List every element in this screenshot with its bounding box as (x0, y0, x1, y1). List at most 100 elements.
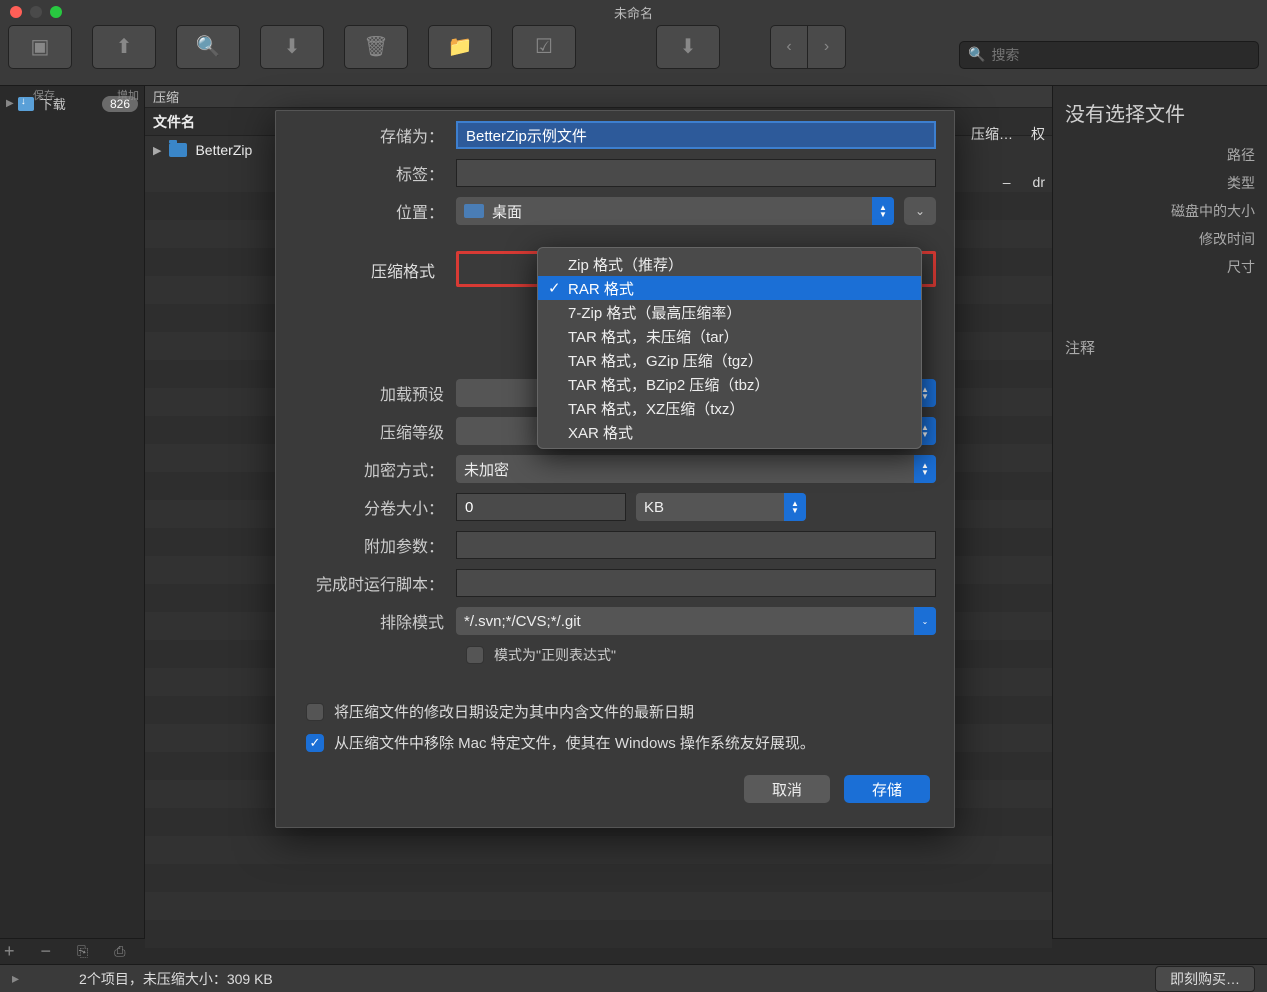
mtime-checkbox[interactable] (306, 703, 324, 721)
info-type-label: 类型 (1065, 173, 1255, 193)
folder-icon (169, 143, 187, 157)
format-dropdown: Zip 格式（推荐） RAR 格式 7-Zip 格式（最高压缩率） TAR 格式… (537, 247, 922, 449)
nav-forward-button[interactable]: › (808, 25, 846, 69)
desktop-icon (464, 204, 484, 218)
encrypt-select[interactable]: 未加密▲▼ (456, 455, 936, 483)
disclosure-icon[interactable]: ▶ (6, 98, 14, 109)
location-value: 桌面 (492, 201, 522, 222)
script-input[interactable] (456, 569, 936, 597)
info-disksize-label: 磁盘中的大小 (1065, 201, 1255, 221)
script-label: 完成时运行脚本： (294, 571, 444, 595)
format-option-rar[interactable]: RAR 格式 (538, 276, 921, 300)
minimize-window-button[interactable] (30, 6, 42, 18)
window-controls (10, 6, 62, 18)
expand-location-button[interactable]: ⌄ (904, 197, 936, 225)
confirm-save-button[interactable]: 存储 (844, 775, 930, 803)
exclude-value: */.svn;*/CVS;*/.git (464, 613, 581, 630)
volume-unit-value: KB (644, 499, 664, 516)
breadcrumb[interactable]: 压缩 (145, 86, 1052, 108)
info-dim-label: 尺寸 (1065, 257, 1255, 277)
folder-plus-icon: 📁 (448, 34, 473, 59)
action2-icon[interactable]: ⎙ (114, 943, 125, 960)
status-bar: ▸ 2个项目，未压缩大小：309 KB 即刻购买… (0, 964, 1267, 992)
format-option-7zip[interactable]: 7-Zip 格式（最高压缩率） (538, 300, 921, 324)
format-option-xar[interactable]: XAR 格式 (538, 420, 921, 444)
trash-icon: 🗑 (363, 34, 388, 59)
info-panel: 没有选择文件 路径 类型 磁盘中的大小 修改时间 尺寸 注释 (1052, 86, 1267, 938)
regex-label: 模式为"正则表达式" (494, 645, 616, 665)
stripmac-option-label: 从压缩文件中移除 Mac 特定文件，使其在 Windows 操作系统友好展现。 (334, 732, 815, 753)
file-name: BetterZip (195, 142, 252, 158)
exclude-label: 排除模式 (294, 609, 444, 633)
add-icon: ⬆ (116, 34, 133, 59)
cell-perm: dr (1033, 168, 1045, 196)
saveas-input[interactable] (456, 121, 936, 149)
location-label: 位置： (294, 199, 444, 223)
view-icon: 🔍 (196, 34, 221, 59)
toolbar: ▣保存 ⬆增加 🔍查看 ⬇解压 🗑删除 📁新文件夹 ☑测试 ⬇立即执行模式 ‹ … (0, 24, 1267, 86)
params-label: 附加参数： (294, 533, 444, 557)
sidebar: ▶ 下载 826 (0, 86, 145, 938)
encrypt-value: 未加密 (464, 459, 509, 480)
view-button[interactable]: 🔍 (176, 25, 240, 69)
format-option-tgz[interactable]: TAR 格式，GZip 压缩（tgz） (538, 348, 921, 372)
disclosure-icon[interactable]: ▶ (153, 144, 161, 157)
delete-button[interactable]: 🗑 (344, 25, 408, 69)
format-option-tar[interactable]: TAR 格式，未压缩（tar） (538, 324, 921, 348)
extract-icon: ⬇ (284, 34, 301, 59)
tags-input[interactable] (456, 159, 936, 187)
volume-label: 分卷大小： (294, 495, 444, 519)
run-mode-button[interactable]: ⬇ (656, 25, 720, 69)
format-option-tbz[interactable]: TAR 格式，BZip2 压缩（tbz） (538, 372, 921, 396)
save-button[interactable]: ▣ (8, 25, 72, 69)
close-window-button[interactable] (10, 6, 22, 18)
cancel-button[interactable]: 取消 (744, 775, 830, 803)
info-mtime-label: 修改时间 (1065, 229, 1255, 249)
stripmac-checkbox[interactable]: ✓ (306, 734, 324, 752)
mtime-option-label: 将压缩文件的修改日期设定为其中内含文件的最新日期 (334, 701, 694, 722)
test-button[interactable]: ☑ (512, 25, 576, 69)
add-button[interactable]: ⬆ (92, 25, 156, 69)
expand-icon[interactable]: ▸ (12, 970, 19, 987)
titlebar: 未命名 (0, 0, 1267, 24)
search-box[interactable]: 🔍 (959, 41, 1259, 69)
volume-unit-select[interactable]: KB▲▼ (636, 493, 806, 521)
tags-label: 标签： (294, 161, 444, 185)
save-sheet: 存储为： 标签： 位置： 桌面 ▲▼ ⌄ 压缩格式 加载预设 ▲▼ 压缩等级 ▲… (275, 110, 955, 828)
volume-input[interactable] (456, 493, 626, 521)
info-path-label: 路径 (1065, 145, 1255, 165)
add-icon[interactable]: + (4, 941, 15, 962)
location-select[interactable]: 桌面 ▲▼ (456, 197, 894, 225)
panel-title: 没有选择文件 (1065, 98, 1255, 127)
exclude-select[interactable]: */.svn;*/CVS;*/.git⌄ (456, 607, 936, 635)
cell-size: – (1003, 168, 1011, 196)
column-peek: 压缩… 权 – dr (965, 120, 1045, 196)
save-icon: ▣ (31, 34, 50, 59)
format-option-txz[interactable]: TAR 格式，XZ压缩（txz） (538, 396, 921, 420)
encrypt-label: 加密方式： (294, 457, 444, 481)
col-compress[interactable]: 压缩… (971, 120, 1013, 148)
new-folder-button[interactable]: 📁 (428, 25, 492, 69)
extract-button[interactable]: ⬇ (260, 25, 324, 69)
buy-now-button[interactable]: 即刻购买… (1155, 966, 1255, 992)
action1-icon[interactable]: ⎘ (77, 943, 88, 960)
run-icon: ⬇ (680, 34, 697, 59)
preset-label: 加载预设 (294, 381, 444, 405)
format-label: 压缩格式 (363, 258, 443, 282)
nav-buttons: ‹ › (770, 25, 846, 69)
status-text: 2个项目，未压缩大小：309 KB (79, 969, 273, 989)
format-option-zip[interactable]: Zip 格式（推荐） (538, 252, 921, 276)
nav-back-button[interactable]: ‹ (770, 25, 808, 69)
remove-icon[interactable]: − (41, 941, 52, 962)
search-icon: 🔍 (968, 46, 985, 63)
col-perm[interactable]: 权 (1031, 120, 1045, 148)
check-icon: ☑ (535, 34, 553, 59)
window-title: 未命名 (614, 3, 653, 22)
zoom-window-button[interactable] (50, 6, 62, 18)
folder-icon (18, 97, 34, 111)
params-input[interactable] (456, 531, 936, 559)
notes-label: 注释 (1065, 337, 1255, 358)
search-input[interactable] (991, 47, 1250, 63)
regex-checkbox[interactable] (466, 646, 484, 664)
saveas-label: 存储为： (294, 123, 444, 147)
